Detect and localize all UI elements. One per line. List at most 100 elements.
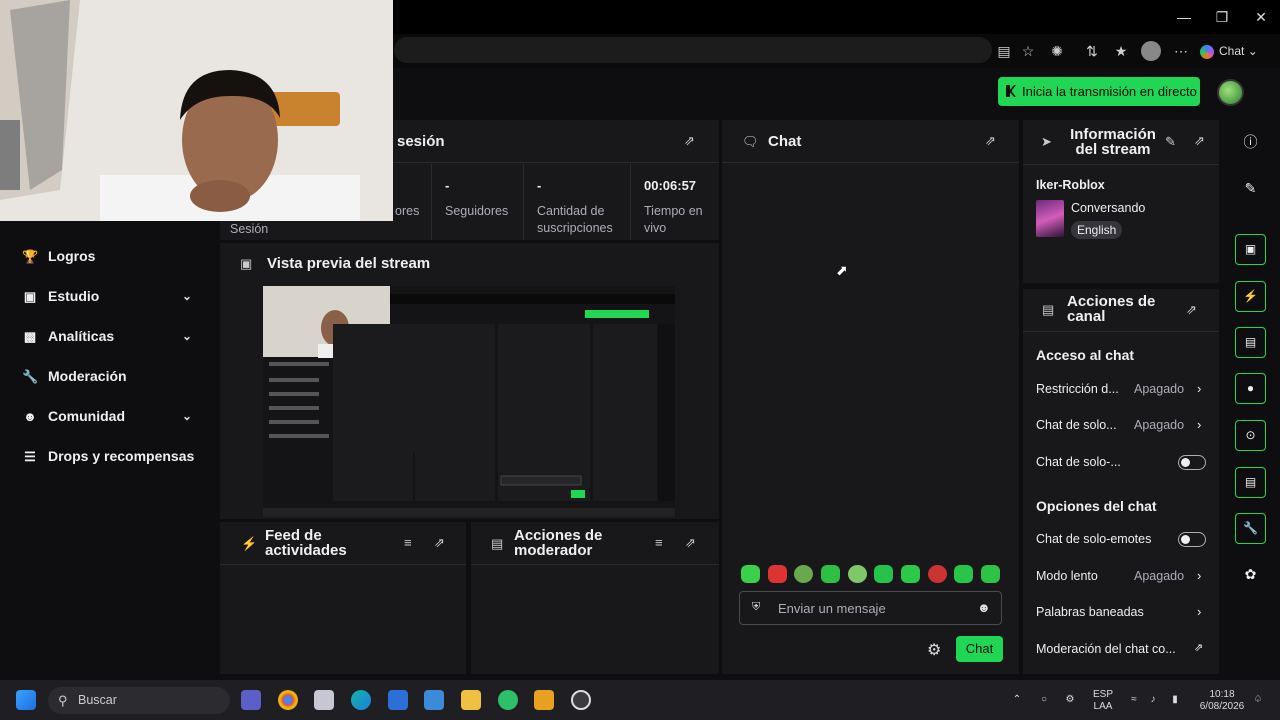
language-indicator[interactable]: ESP LAA [1092, 689, 1114, 713]
extensions-icon[interactable]: ✺ [1047, 41, 1067, 61]
stat-label: Sesión [230, 222, 269, 236]
extensions-icon[interactable]: ✿ [1235, 559, 1266, 590]
wrench-icon[interactable]: 🔧 [1235, 513, 1266, 544]
info-icon[interactable]: ⓘ [1235, 127, 1266, 158]
user-avatar[interactable] [1217, 79, 1244, 106]
category-name[interactable]: Conversando [1071, 201, 1145, 215]
edge-icon[interactable] [351, 690, 371, 710]
emote[interactable] [821, 565, 840, 583]
stream-preview-video[interactable] [263, 286, 675, 517]
copilot-button[interactable]: Chat ⌄ [1200, 40, 1262, 62]
lightning-icon[interactable]: ⚡ [1235, 281, 1266, 312]
teams-icon[interactable] [241, 690, 261, 710]
store-icon[interactable] [424, 690, 444, 710]
sidebar-item-logros[interactable]: 🏆 Logros [22, 244, 95, 268]
chevron-right-icon[interactable]: › [1197, 381, 1201, 396]
divider [1023, 331, 1219, 332]
emote[interactable] [768, 565, 787, 583]
stat-value: 00:06:57 [644, 178, 697, 193]
chevron-up-icon[interactable]: ⌃ [1010, 694, 1024, 706]
emote[interactable] [794, 565, 813, 583]
favorites-icon[interactable]: ★ [1111, 41, 1131, 61]
chevron-right-icon[interactable]: › [1197, 604, 1201, 619]
stat-label: ores [395, 204, 420, 218]
divider [220, 564, 466, 565]
chat-moderation-link[interactable]: Moderación del chat co... [1036, 642, 1176, 656]
more-icon[interactable]: ⋯ [1171, 41, 1191, 61]
chevron-right-icon[interactable]: › [1197, 417, 1201, 432]
broadcast-icon[interactable]: ⊙ [1235, 420, 1266, 451]
microphone-icon[interactable]: ○ [1037, 694, 1051, 706]
chat-app-icon[interactable] [498, 690, 518, 710]
popout-icon[interactable]: ⇗ [985, 133, 996, 149]
gear-icon[interactable]: ⚙ [927, 640, 941, 660]
restore-icon[interactable]: ❐ [1210, 6, 1234, 28]
notes-icon[interactable]: ▤ [1235, 327, 1266, 358]
speaker-icon[interactable]: ♪ [1146, 694, 1160, 706]
chat-send-button[interactable]: Chat [956, 636, 1003, 662]
filter-icon[interactable]: ≡ [404, 535, 412, 550]
chat-input[interactable]: ⛨ Enviar un mensaje ☻ [739, 591, 1002, 625]
emote[interactable] [848, 565, 867, 583]
emote[interactable] [741, 565, 760, 583]
clock[interactable]: 10:18 6/08/2026 [1195, 689, 1249, 713]
chat-bubble-icon[interactable]: ● [1235, 373, 1266, 404]
file-explorer-icon[interactable] [461, 690, 481, 710]
slow-mode-setting[interactable]: Modo lento [1036, 569, 1098, 583]
followers-only-setting[interactable]: Chat de solo... [1036, 418, 1117, 432]
language-tag[interactable]: English [1071, 221, 1123, 239]
session-title: sesión [397, 133, 445, 150]
chevron-right-icon[interactable]: › [1197, 568, 1201, 583]
popout-icon[interactable]: ⇗ [684, 133, 695, 149]
obs-icon[interactable] [571, 690, 591, 710]
taskbar-search[interactable]: ⚲ Buscar [48, 687, 230, 714]
emote[interactable] [874, 565, 893, 583]
emote[interactable] [928, 565, 947, 583]
popout-icon[interactable]: ⇗ [1186, 302, 1197, 318]
emote-picker-icon[interactable]: ☻ [977, 600, 991, 615]
favorite-star-icon[interactable]: ☆ [1018, 41, 1038, 61]
minimize-icon[interactable]: — [1172, 6, 1196, 28]
popout-icon[interactable]: ⇗ [434, 535, 445, 551]
close-icon[interactable]: ✕ [1249, 6, 1273, 28]
go-live-button[interactable]: Inicia la transmisión en directo [998, 77, 1200, 106]
snipping-tool-icon[interactable] [314, 690, 334, 710]
emotes-only-toggle[interactable] [1178, 532, 1206, 547]
windows-start-icon[interactable] [16, 690, 36, 710]
emote[interactable] [901, 565, 920, 583]
reading-mode-icon[interactable]: ▤ [994, 41, 1014, 61]
external-link-icon[interactable]: ⇗ [1194, 641, 1203, 654]
outlook-icon[interactable] [388, 690, 408, 710]
battery-icon[interactable]: ▮ [1167, 694, 1183, 706]
emote[interactable] [954, 565, 973, 583]
address-bar[interactable] [394, 37, 992, 63]
split-screen-icon[interactable]: ⇅ [1082, 41, 1102, 61]
chrome-icon[interactable] [278, 690, 298, 710]
restriction-setting[interactable]: Restricción d... [1036, 382, 1119, 396]
sidebar-item-moderacion[interactable]: 🔧 Moderación [22, 364, 127, 388]
edit-pencil-icon[interactable]: ✎ [1235, 173, 1266, 204]
game-icon[interactable] [534, 690, 554, 710]
layout-icon[interactable]: ▤ [1235, 467, 1266, 498]
subs-only-toggle[interactable] [1178, 455, 1206, 470]
category-box-art[interactable] [1036, 200, 1064, 237]
chat-bubble-icon: 🗨 [742, 134, 759, 149]
profile-icon[interactable] [1141, 41, 1161, 61]
chart-icon: ▩ [23, 329, 37, 344]
popout-icon[interactable]: ⇗ [1194, 133, 1205, 149]
popout-icon[interactable]: ⇗ [685, 535, 696, 551]
filter-icon[interactable]: ≡ [655, 535, 663, 550]
sidebar-item-analiticas[interactable]: ▩ Analíticas ⌄ [22, 324, 192, 348]
sidebar-item-drops[interactable]: ☰ Drops y recompensas [22, 444, 194, 468]
wifi-icon[interactable]: ≈ [1127, 694, 1141, 706]
settings-icon[interactable]: ⚙ [1063, 694, 1077, 706]
clip-icon[interactable]: ▣ [1235, 234, 1266, 265]
notification-icon[interactable]: ♤ [1252, 694, 1264, 706]
emote[interactable] [981, 565, 1000, 583]
banned-words-setting[interactable]: Palabras baneadas [1036, 605, 1144, 619]
sidebar-item-comunidad[interactable]: ☻ Comunidad ⌄ [22, 404, 192, 428]
subs-only-setting: Chat de solo-... [1036, 455, 1121, 469]
sidebar-item-estudio[interactable]: ▣ Estudio ⌄ [22, 284, 192, 308]
edit-pencil-icon[interactable]: ✎ [1165, 134, 1176, 150]
preview-thumbnail [263, 286, 675, 517]
